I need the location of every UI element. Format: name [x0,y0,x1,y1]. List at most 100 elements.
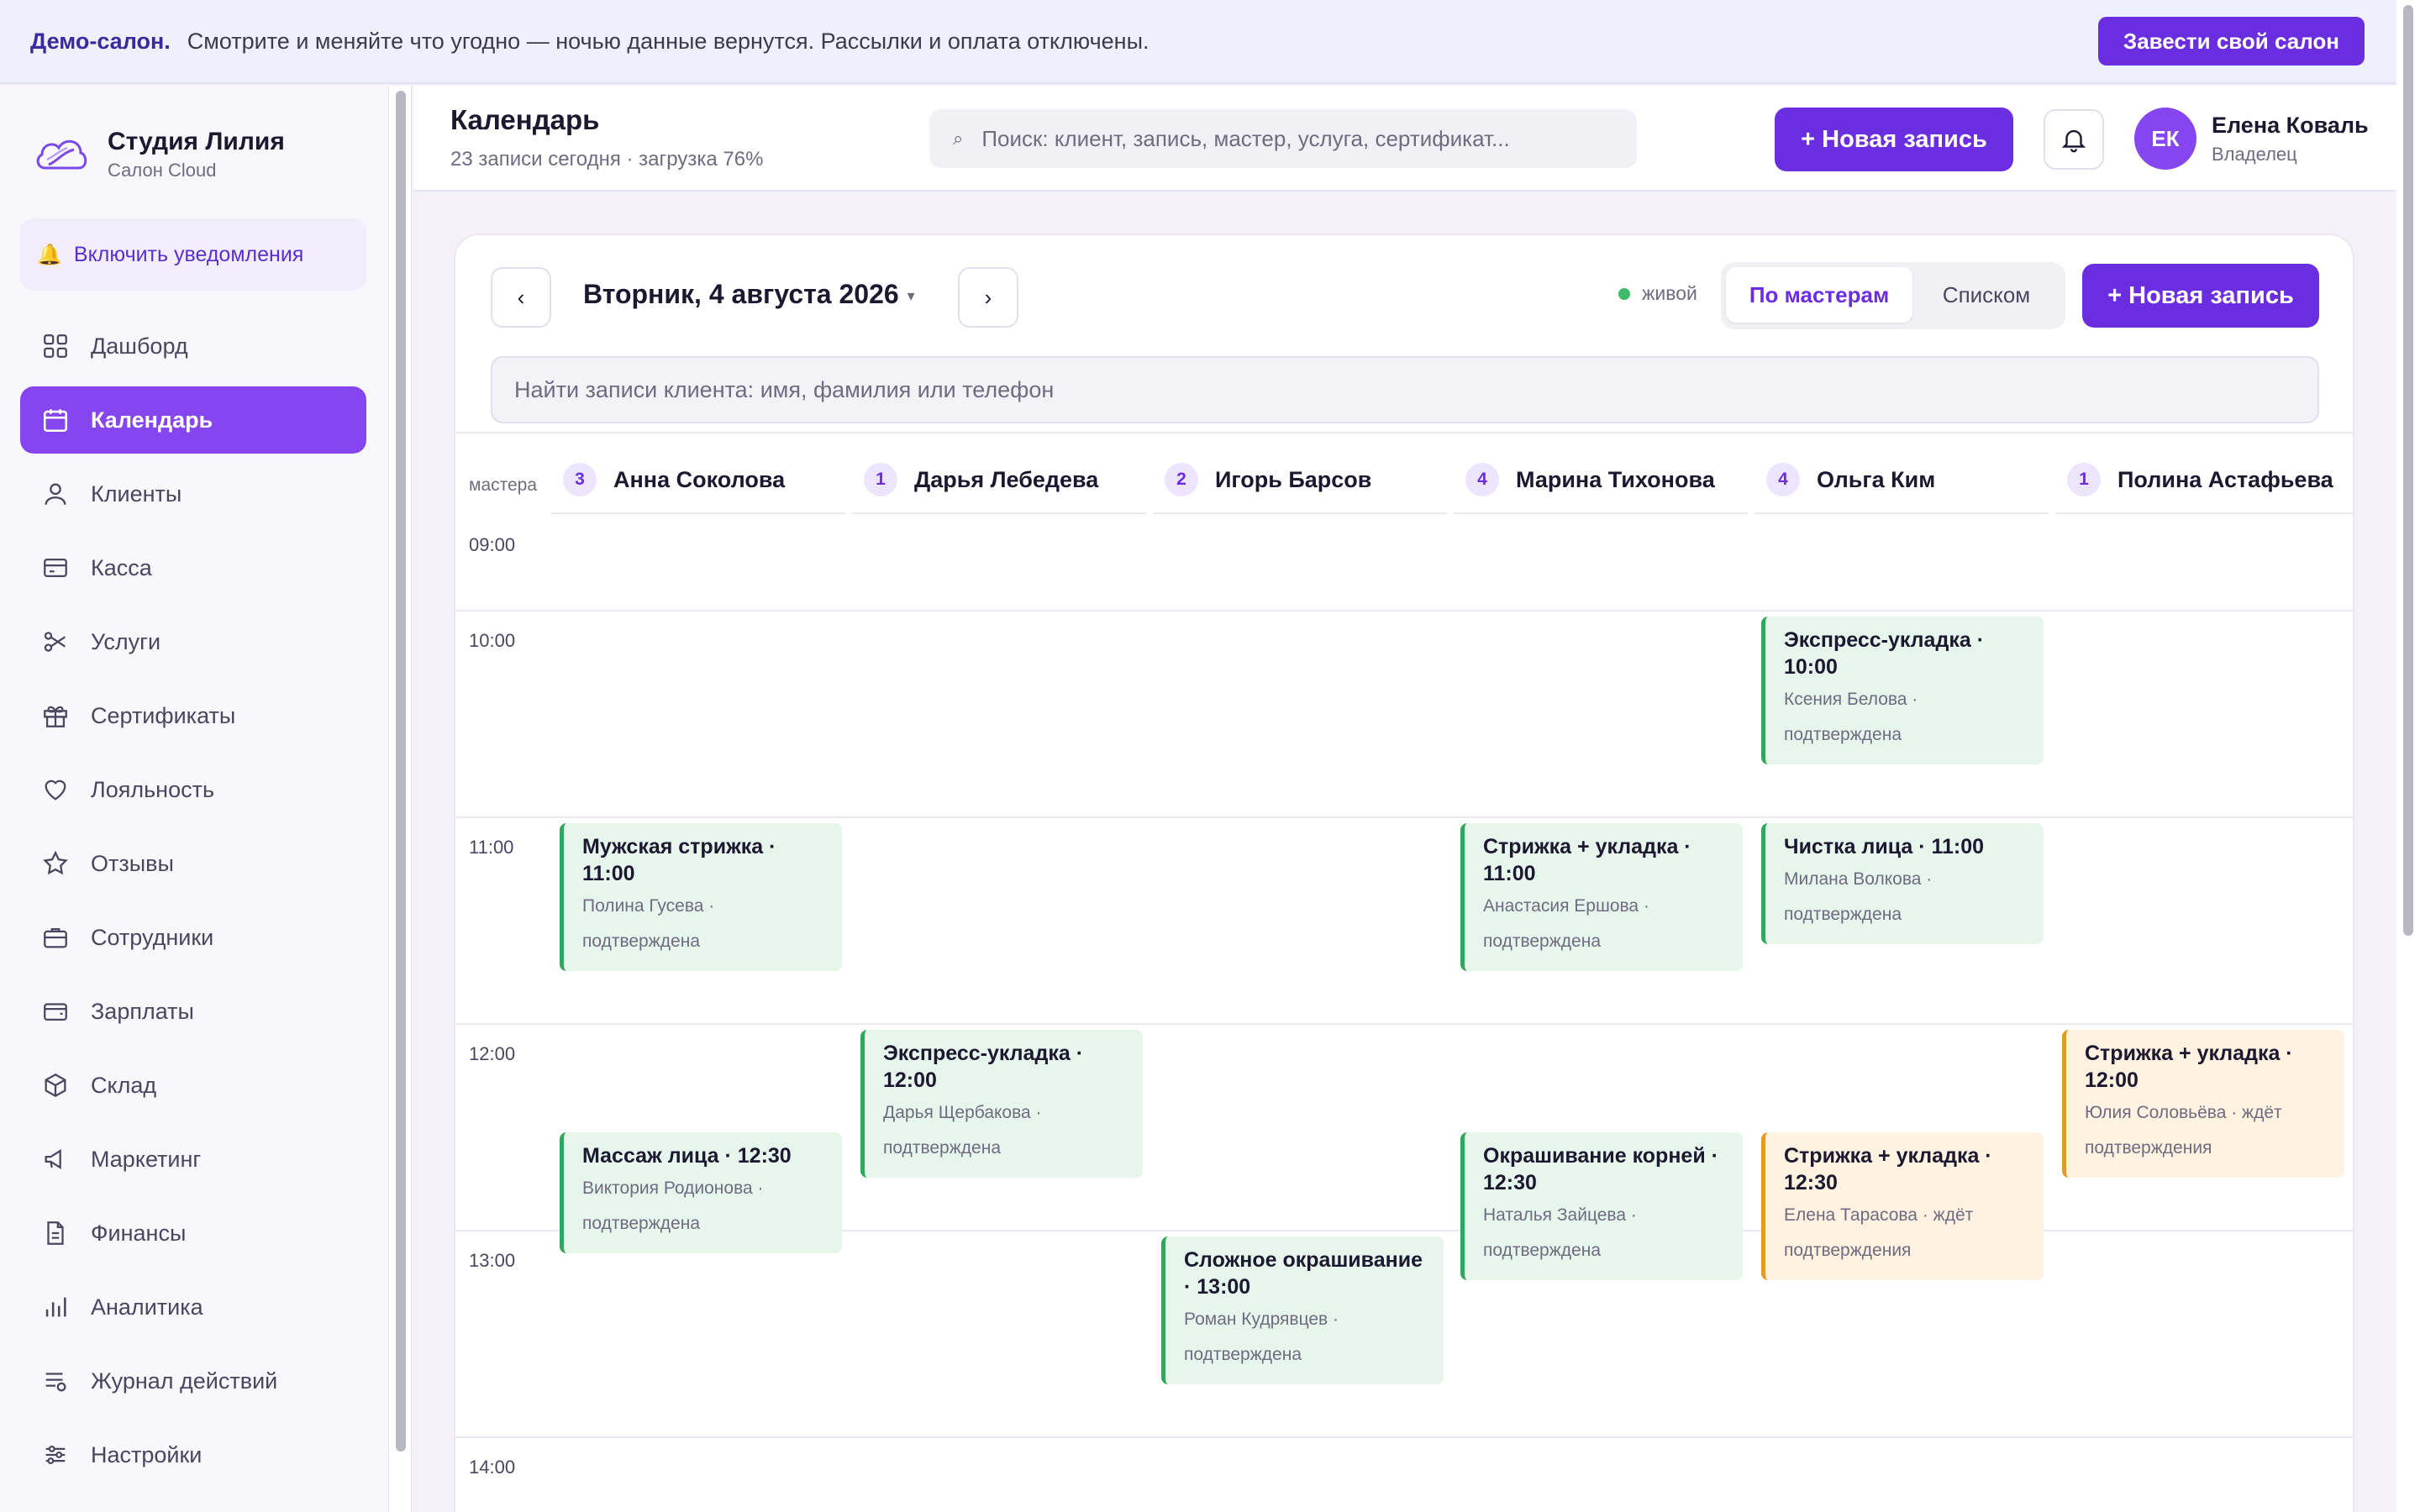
sidebar-item-clients[interactable]: Клиенты [20,460,366,528]
sidebar-item-label: Касса [91,554,152,580]
enable-notifications-label: Включить уведомления [73,242,304,266]
bar-chart-icon [40,1292,71,1322]
user-name: Елена Коваль [2212,113,2369,138]
appointment-count-badge: 1 [864,463,897,496]
calendar-card: ‹ Вторник, 4 августа 2026 ▾ › живой По ма… [454,234,2354,1512]
calendar-new-appointment-button[interactable]: + Новая запись [2082,264,2319,328]
sidebar-item-settings[interactable]: Настройки [20,1421,366,1488]
master-column-header[interactable]: 1 Дарья Лебедева [852,447,1146,514]
appointment-count-badge: 4 [1465,463,1499,496]
sidebar-item-finance[interactable]: Финансы [20,1200,366,1267]
appointment-card[interactable]: Экспресс-укладка · 12:00 Дарья Щербакова… [860,1030,1143,1178]
appointment-card[interactable]: Стрижка + укладка · 12:30 Елена Тарасова… [1761,1132,2044,1280]
appointment-card[interactable]: Окрашивание корней · 12:30 Наталья Зайце… [1460,1132,1743,1280]
sidebar-scrollbar[interactable] [388,86,412,1512]
date-picker[interactable]: Вторник, 4 августа 2026 ▾ [583,279,915,310]
appointment-status: подтверждена [883,1138,1001,1158]
sidebar-item-warehouse[interactable]: Склад [20,1052,366,1119]
appointment-title: Экспресс-укладка · 12:00 [883,1042,1084,1092]
page-scrollbar[interactable] [2396,0,2420,1512]
sidebar-item-marketing[interactable]: Маркетинг [20,1126,366,1193]
next-day-button[interactable]: › [958,267,1018,328]
sidebar-item-salaries[interactable]: Зарплаты [20,978,366,1045]
live-label: живой [1642,282,1697,304]
sidebar-item-label: Дашборд [91,333,188,359]
appointment-title: Мужская стрижка · 11:00 [582,835,776,885]
appointment-card[interactable]: Стрижка + укладка · 11:00 Анастасия Ершо… [1460,823,1743,971]
master-name: Анна Соколова [613,466,786,492]
new-appointment-button[interactable]: + Новая запись [1775,108,2013,171]
appointment-client: Елена Тарасова · ждёт [1784,1205,1974,1225]
sidebar-item-label: Маркетинг [91,1146,202,1172]
sidebar-item-label: Сотрудники [91,924,214,950]
banner-title: Демо-салон. [30,28,171,54]
appointment-status: подтверждена [1784,905,1902,924]
sidebar-item-analytics[interactable]: Аналитика [20,1273,366,1341]
global-search-input[interactable]: ⌕ Поиск: клиент, запись, мастер, услуга,… [929,109,1637,168]
appointment-title: Окрашивание корней · 12:30 [1483,1144,1718,1194]
appointment-count-badge: 3 [563,463,597,496]
sidebar-item-label: Настройки [91,1441,203,1467]
create-salon-button[interactable]: Завести свой салон [2097,17,2365,66]
sidebar-item-loyalty[interactable]: Лояльность [20,756,366,823]
user-menu[interactable]: Елена Коваль Владелец [2212,113,2369,165]
appointment-title: Массаж лица · 12:30 [582,1144,792,1168]
appointment-card[interactable]: Мужская стрижка · 11:00 Полина Гусева · … [560,823,842,971]
caret-down-icon: ▾ [907,287,915,305]
brand-name: Студия Лилия [108,128,285,155]
brand[interactable]: Студия Лилия Салон Cloud [34,128,285,181]
appointment-client: Милана Волкова · [1784,869,1933,889]
sidebar-item-calendar[interactable]: Календарь [20,386,366,454]
bell-icon: 🔔 [37,243,62,266]
demo-banner: Демо-салон. Смотрите и меняйте что угодн… [0,0,2396,84]
megaphone-icon [40,1144,71,1174]
master-column-header[interactable]: 3 Анна Соколова [551,447,845,514]
sidebar-item-staff[interactable]: Сотрудники [20,904,366,971]
sidebar-item-certificates[interactable]: Сертификаты [20,682,366,749]
appointment-title: Сложное окрашивание · 13:00 [1184,1248,1423,1299]
page-title: Календарь [450,104,600,135]
hour-line [455,816,2353,818]
master-column-header[interactable]: 2 Игорь Барсов [1153,447,1447,514]
appointment-title: Чистка лица · 11:00 [1784,835,1985,858]
enable-notifications-button[interactable]: 🔔 Включить уведомления [20,218,366,291]
view-toggle: По мастерам Списком [1721,262,2065,329]
live-indicator: живой [1618,282,1697,305]
avatar[interactable]: ЕК [2134,108,2196,170]
master-column-header[interactable]: 1 Полина Астафьева [2055,447,2353,514]
appointment-card[interactable]: Сложное окрашивание · 13:00 Роман Кудряв… [1161,1236,1444,1384]
appointment-status: подтверждена [1184,1345,1302,1364]
appointment-card[interactable]: Экспресс-укладка · 10:00 Ксения Белова ·… [1761,617,2044,764]
prev-day-button[interactable]: ‹ [491,267,551,328]
master-column-header[interactable]: 4 Ольга Ким [1754,447,2049,514]
sidebar-scrollbar-thumb[interactable] [396,91,406,1452]
sidebar-item-dashboard[interactable]: Дашборд [20,312,366,380]
client-search-placeholder: Найти записи клиента: имя, фамилия или т… [514,376,1055,402]
master-column-header[interactable]: 4 Марина Тихонова [1454,447,1748,514]
sidebar-item-activity-log[interactable]: Журнал действий [20,1347,366,1415]
notifications-button[interactable] [2044,109,2104,170]
appointment-status: подтверждена [582,1214,700,1233]
sidebar-item-services[interactable]: Услуги [20,608,366,675]
sidebar-item-reviews[interactable]: Отзывы [20,830,366,897]
wallet-icon [40,996,71,1026]
hour-label: 10:00 [469,630,516,651]
page-scrollbar-thumb[interactable] [2403,5,2413,936]
sidebar-item-cashbox[interactable]: Касса [20,534,366,601]
appointment-card[interactable]: Стрижка + укладка · 12:00 Юлия Соловьёва… [2062,1030,2344,1178]
appointment-count-badge: 4 [1766,463,1800,496]
appointment-client: Наталья Зайцева · [1483,1205,1637,1225]
global-search-placeholder: Поиск: клиент, запись, мастер, услуга, с… [981,125,1510,151]
tab-list[interactable]: Списком [1912,267,2060,323]
appointment-status: подтверждена [1784,725,1902,744]
tab-by-masters[interactable]: По мастерам [1726,267,1912,323]
appointment-client: Роман Кудрявцев · [1184,1310,1339,1329]
appointment-card[interactable]: Массаж лица · 12:30 Виктория Родионова ·… [560,1132,842,1253]
appointment-card[interactable]: Чистка лица · 11:00 Милана Волкова · под… [1761,823,2044,944]
hour-line [455,1436,2353,1438]
appointment-client: Анастасия Ершова · [1483,896,1649,916]
hour-label: 11:00 [469,837,514,858]
appointment-status: подтверждения [1784,1241,1912,1260]
client-search-input[interactable]: Найти записи клиента: имя, фамилия или т… [491,356,2319,423]
hour-label: 13:00 [469,1250,516,1271]
